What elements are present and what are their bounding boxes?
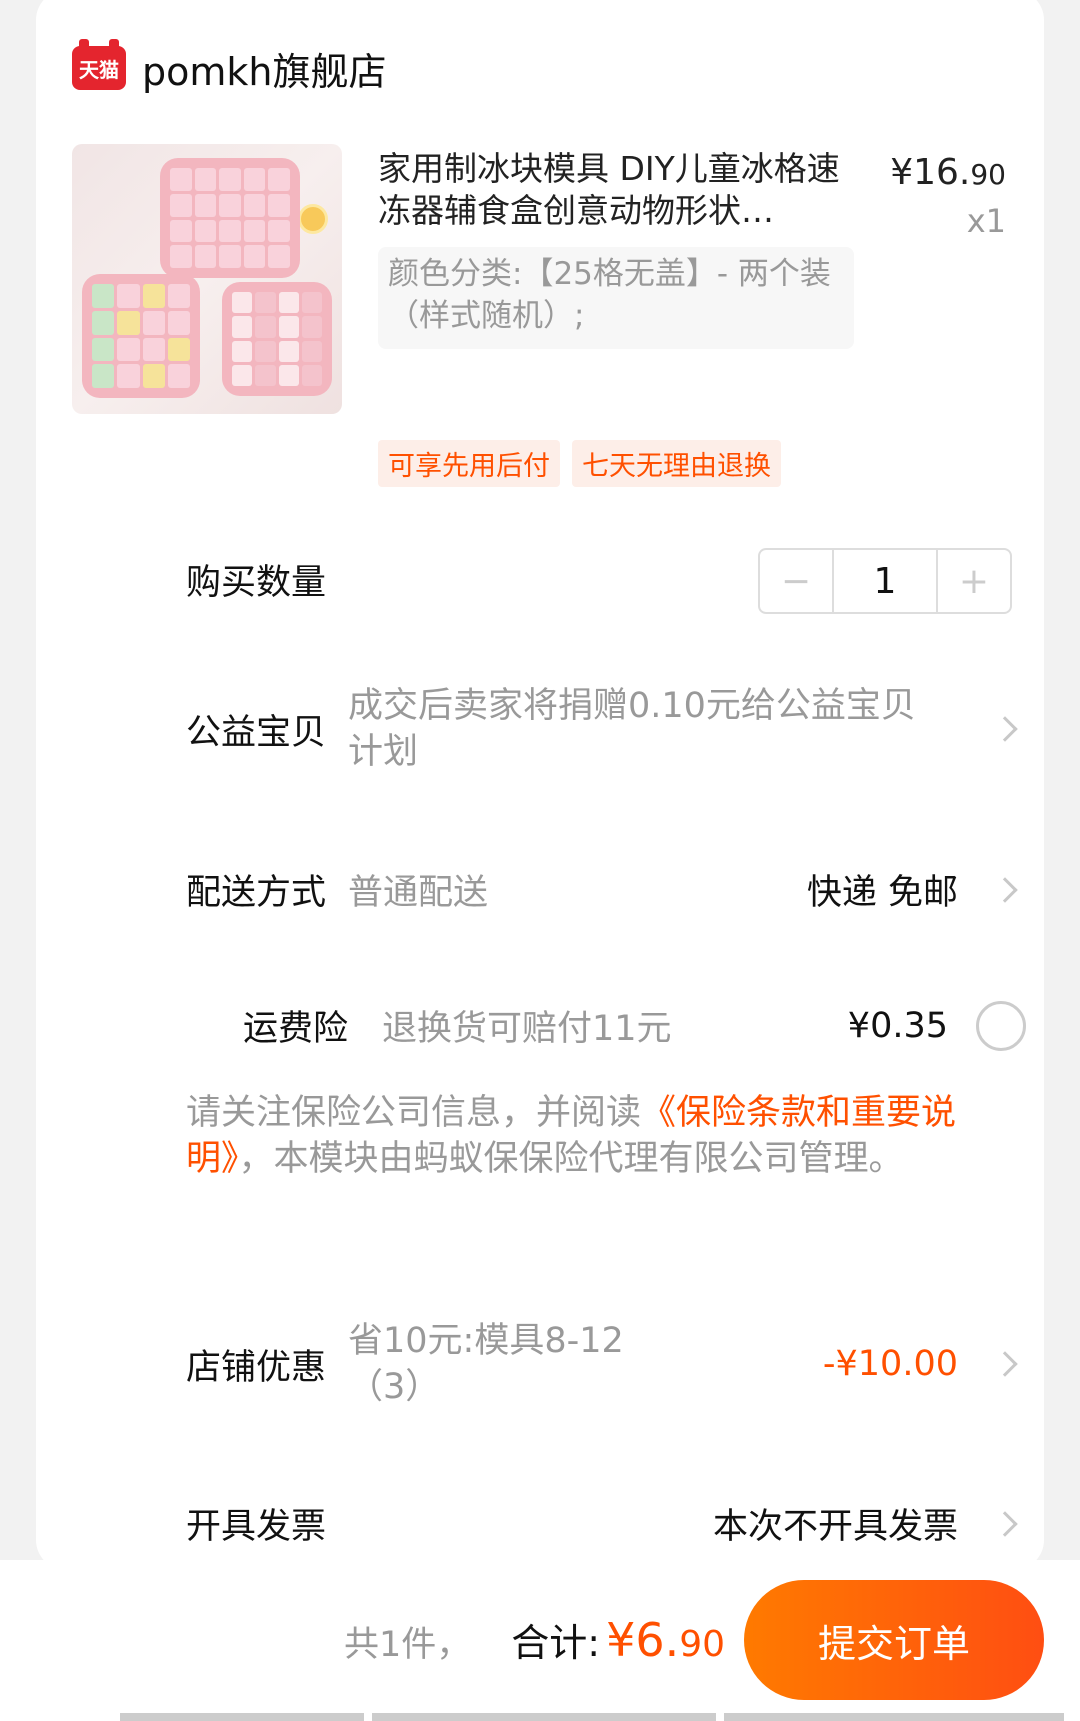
tmall-logo-icon: 天猫 [72,39,126,90]
home-indicator [120,1713,364,1721]
delivery-method: 快递 免邮 [806,873,958,913]
submit-order-button[interactable]: 提交订单 [744,1580,1044,1700]
insurance-row: 运费险 退换货可赔付11元 ¥0.35 [186,1000,1026,1051]
insurance-price: ¥0.35 [847,1005,948,1046]
invoice-row[interactable]: 开具发票 本次不开具发票 [186,1498,1018,1549]
invoice-label: 开具发票 [186,1507,327,1547]
discount-row[interactable]: 店铺优惠 省10元:模具8-12（3） -¥10.00 [186,1318,1018,1410]
charity-text: 成交后卖家将捐赠0.10元给公益宝贝计划 [348,686,916,772]
product-image[interactable] [72,144,342,414]
discount-amount: -¥10.00 [822,1344,958,1384]
charity-label: 公益宝贝 [186,712,327,753]
chevron-right-icon [992,876,1018,903]
shop-header[interactable]: 天猫 pomkh旗舰店 [72,39,387,96]
chevron-right-icon [992,1510,1018,1537]
product-quantity-tag: x1 [966,202,1006,240]
product-price: ¥16.90 [890,152,1006,193]
product-sku: 颜色分类:【25格无盖】- 两个装（样式随机）; [378,247,854,349]
checkout-bar: 共1件， 合计: ¥6.90 提交订单 [0,1560,1080,1721]
insurance-label: 运费险 [242,1009,348,1049]
insurance-notice: 请关注保险公司信息，并阅读《保险条款和重要说明》，本模块由蚂蚁保保险代理有限公司… [186,1093,957,1179]
insurance-desc: 退换货可赔付11元 [382,1009,672,1049]
quantity-value[interactable]: 1 [832,550,938,612]
chevron-right-icon [992,1351,1018,1377]
shop-name: pomkh旗舰店 [142,49,387,94]
order-summary: 共1件， 合计: ¥6.90 [344,1612,725,1667]
tag-pay-later: 可享先用后付 [378,440,560,487]
insurance-radio[interactable] [976,1000,1026,1051]
tag-seven-day-return: 七天无理由退换 [572,440,781,487]
total-amount: ¥6.90 [606,1613,726,1667]
decrement-button[interactable]: − [760,550,832,612]
delivery-row[interactable]: 配送方式 普通配送 快递 免邮 [186,864,1018,915]
product-title[interactable]: 家用制冰块模具 DIY儿童冰格速冻器辅食盒创意动物形状… [378,148,848,232]
delivery-value: 普通配送 [348,873,489,913]
chevron-right-icon [992,716,1018,742]
discount-label: 店铺优惠 [186,1347,327,1388]
quantity-row: 购买数量 − 1 + [186,548,1014,614]
service-tags: 可享先用后付 七天无理由退换 [378,440,781,487]
total-label: 合计: [511,1621,601,1665]
charity-row[interactable]: 公益宝贝 成交后卖家将捐赠0.10元给公益宝贝计划 [186,683,1018,775]
quantity-label: 购买数量 [186,563,327,603]
item-count: 共1件， [344,1625,472,1665]
discount-desc: 省10元:模具8-12（3） [348,1321,624,1407]
increment-button[interactable]: + [938,550,1010,612]
quantity-stepper[interactable]: − 1 + [758,548,1012,614]
invoice-value: 本次不开具发票 [712,1507,958,1547]
delivery-label: 配送方式 [186,873,327,913]
